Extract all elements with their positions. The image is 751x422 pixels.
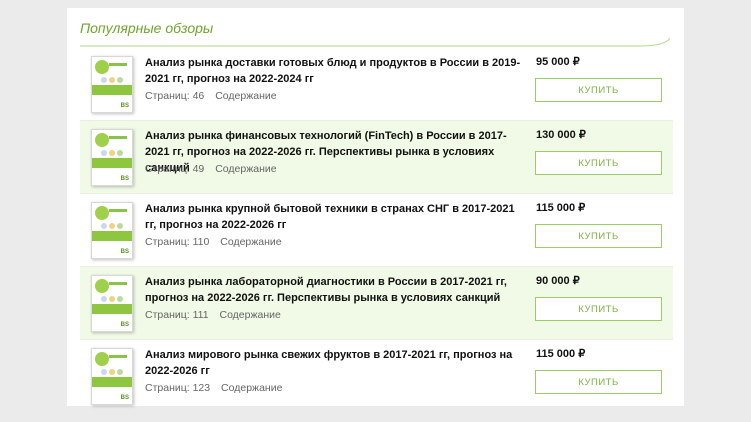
buy-button[interactable]: КУПИТЬ xyxy=(535,370,662,394)
cover-logo: BS xyxy=(120,249,129,255)
report-price: 115 000 ₽ xyxy=(536,348,586,360)
report-title-link[interactable]: Анализ рынка крупной бытовой техники в с… xyxy=(145,201,525,233)
pages-label: Страниц: xyxy=(145,163,190,175)
report-cover-image[interactable]: BS xyxy=(91,202,133,259)
contents-link[interactable]: Содержание xyxy=(219,309,280,321)
pages-label: Страниц: xyxy=(145,90,190,102)
pages-count: 49 xyxy=(192,163,205,175)
buy-button[interactable]: КУПИТЬ xyxy=(535,224,662,248)
report-meta: Страниц: 110 Содержание xyxy=(145,236,282,248)
buy-button[interactable]: КУПИТЬ xyxy=(535,151,662,175)
cover-logo: BS xyxy=(120,176,129,182)
report-meta: Страниц: 49 Содержание xyxy=(145,163,277,175)
report-price: 115 000 ₽ xyxy=(536,202,586,214)
contents-link[interactable]: Содержание xyxy=(221,382,282,394)
report-cover-image[interactable]: BS xyxy=(91,129,133,186)
contents-link[interactable]: Содержание xyxy=(215,163,276,175)
report-price: 130 000 ₽ xyxy=(536,129,586,141)
buy-button[interactable]: КУПИТЬ xyxy=(535,297,662,321)
report-title-link[interactable]: Анализ мирового рынка свежих фруктов в 2… xyxy=(145,347,525,379)
buy-button[interactable]: КУПИТЬ xyxy=(535,78,662,102)
section-header: Популярные обзоры xyxy=(80,20,670,47)
report-cover-image[interactable]: BS xyxy=(91,348,133,405)
report-meta: Страниц: 46 Содержание xyxy=(145,90,277,102)
report-meta: Страниц: 123 Содержание xyxy=(145,382,282,394)
pages-label: Страниц: xyxy=(145,236,190,248)
popular-reviews-panel: Популярные обзоры BS Анализ рынка достав… xyxy=(67,8,684,406)
cover-logo: BS xyxy=(120,322,129,328)
report-cover-image[interactable]: BS xyxy=(91,56,133,113)
report-price: 90 000 ₽ xyxy=(536,275,580,287)
pages-count: 111 xyxy=(192,309,209,321)
pages-label: Страниц: xyxy=(145,309,190,321)
report-price: 95 000 ₽ xyxy=(536,56,580,68)
section-title: Популярные обзоры xyxy=(80,20,214,36)
pages-count: 110 xyxy=(192,236,210,248)
report-meta: Страниц: 111 Содержание xyxy=(145,309,281,321)
report-row: BS Анализ рынка финансовых технологий (F… xyxy=(80,121,673,194)
pages-count: 46 xyxy=(192,90,205,102)
report-row: BS Анализ рынка лабораторной диагностики… xyxy=(80,267,673,340)
report-title-link[interactable]: Анализ рынка лабораторной диагностики в … xyxy=(145,274,525,306)
pages-label: Страниц: xyxy=(145,382,190,394)
report-row: BS Анализ рынка доставки готовых блюд и … xyxy=(80,48,673,121)
pages-count: 123 xyxy=(192,382,211,394)
cover-logo: BS xyxy=(120,395,129,401)
report-row: BS Анализ рынка крупной бытовой техники … xyxy=(80,194,673,267)
report-cover-image[interactable]: BS xyxy=(91,275,133,332)
report-row: BS Анализ мирового рынка свежих фруктов … xyxy=(80,340,673,412)
report-title-link[interactable]: Анализ рынка доставки готовых блюд и про… xyxy=(145,55,525,87)
cover-logo: BS xyxy=(120,103,129,109)
contents-link[interactable]: Содержание xyxy=(215,90,276,102)
contents-link[interactable]: Содержание xyxy=(220,236,281,248)
